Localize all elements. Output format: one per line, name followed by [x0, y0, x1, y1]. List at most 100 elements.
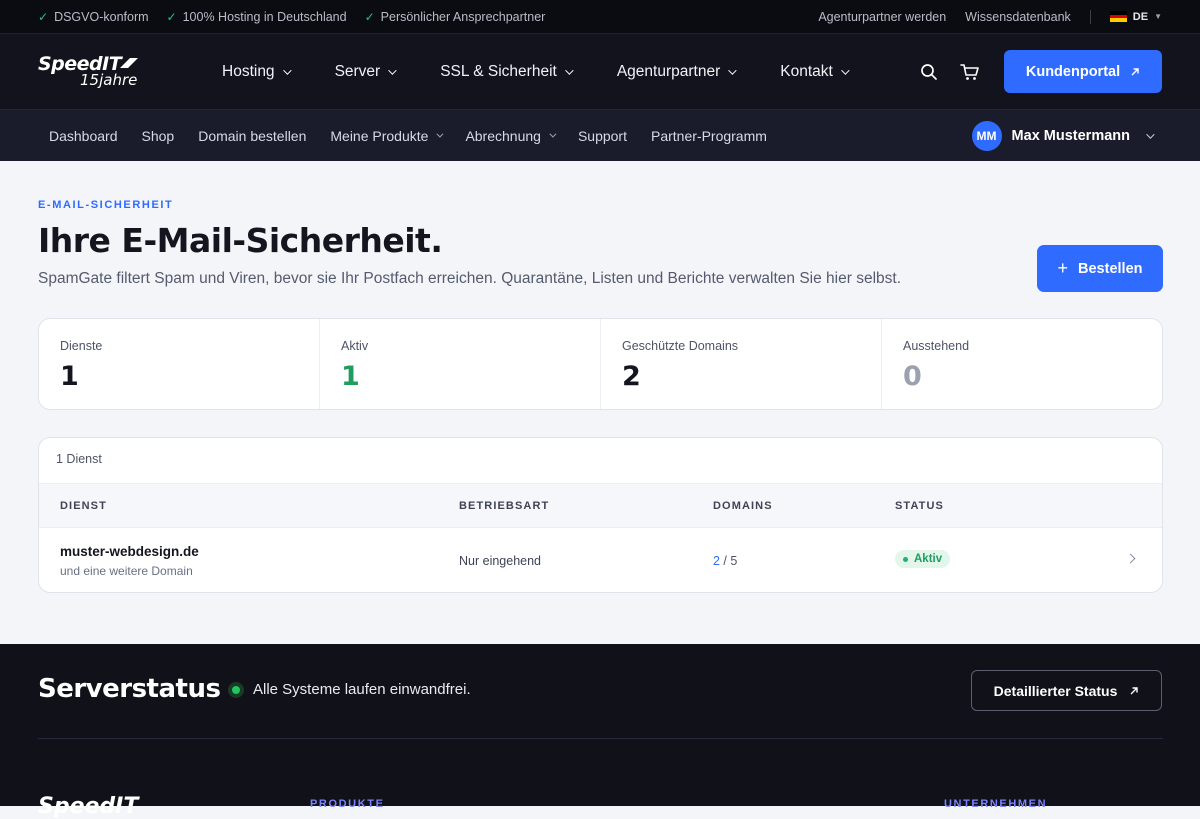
divider: [1089, 9, 1091, 24]
chevron-down-icon: [282, 65, 292, 75]
logo-arrow-icon: [120, 57, 138, 68]
check-icon: ✓: [38, 9, 49, 24]
chevron-down-icon: [728, 65, 737, 75]
stat-label: Dienste: [60, 339, 103, 353]
search-icon[interactable]: [920, 63, 938, 81]
service-mode: Nur eingehend: [459, 554, 542, 568]
language-selector[interactable]: DE ▼: [1109, 10, 1162, 23]
serverstatus-indicator: Alle Systeme laufen einwandfrei.: [228, 681, 471, 698]
status-badge: Aktiv: [895, 550, 951, 568]
subnav-item-dashboard[interactable]: Dashboard: [49, 128, 118, 144]
trust-badges: ✓ DSGVO-konform ✓ 100% Hosting in Deutschl…: [38, 10, 545, 24]
chevron-down-icon: [840, 65, 850, 75]
detailed-status-label: Detaillierter Status: [993, 682, 1118, 699]
subnav-item-shop[interactable]: Shop: [142, 128, 175, 144]
external-arrow-icon: [1131, 67, 1139, 75]
trust-item: ✓ Persönlicher Ansprechpartner: [365, 10, 546, 24]
status-label: Aktiv: [914, 553, 943, 565]
stat-aktiv: Aktiv 1: [320, 319, 601, 409]
status-dot-icon: [903, 556, 908, 562]
cart-icon[interactable]: [960, 63, 980, 81]
user-menu[interactable]: MM Max Mustermann: [971, 120, 1155, 151]
chevron-down-icon: [436, 130, 444, 138]
stat-ausstehend: Ausstehend 0: [882, 319, 1162, 409]
check-icon: ✓: [166, 9, 177, 24]
footer-heading-produkte: PRODUKTE: [310, 798, 385, 810]
german-flag-icon: [1109, 11, 1127, 23]
stat-value: 1: [60, 361, 79, 392]
trust-label: Persönlicher Ansprechpartner: [380, 9, 546, 24]
nav-item-agenturpartner[interactable]: Agenturpartner: [617, 63, 737, 81]
column-header-domains[interactable]: DOMAINS: [713, 500, 773, 512]
footer-heading-unternehmen: UNTERNEHMEN: [944, 798, 1048, 810]
footer-logo[interactable]: SpeedIT: [38, 794, 138, 819]
sub-nav: Dashboard Shop Domain bestellen Meine Pr…: [0, 110, 1200, 161]
services-table: 1 Dienst DIENST BETRIEBSART DOMAINS STAT…: [38, 437, 1163, 593]
column-header-dienst[interactable]: DIENST: [60, 500, 107, 512]
trust-item: ✓ 100% Hosting in Deutschland: [167, 10, 347, 24]
nav-item-ssl[interactable]: SSL & Sicherheit: [440, 63, 574, 81]
chevron-down-icon: [549, 130, 557, 138]
logo-years: 15jahre: [80, 70, 138, 89]
subnav-item-abrechnung[interactable]: Abrechnung: [465, 128, 557, 144]
caret-down-icon: ▼: [1154, 12, 1162, 21]
plus-icon: +: [1057, 258, 1069, 278]
domains-used: 2: [713, 554, 720, 568]
chevron-down-icon: [388, 65, 397, 75]
stat-label: Aktiv: [341, 339, 369, 353]
user-name: Max Mustermann: [1011, 127, 1130, 144]
stats-card: Dienste 1 Aktiv 1 Geschützte Domains 2 A…: [38, 318, 1163, 410]
bestellen-button[interactable]: + Bestellen: [1037, 245, 1163, 292]
subnav-item-partner-programm[interactable]: Partner-Programm: [651, 128, 767, 144]
trust-item: ✓ DSGVO-konform: [38, 10, 149, 24]
stat-value: 2: [622, 361, 641, 392]
nav-item-kontakt[interactable]: Kontakt: [780, 63, 850, 81]
nav-item-server[interactable]: Server: [335, 63, 397, 81]
stat-dienste: Dienste 1: [39, 319, 320, 409]
footer-divider: [38, 738, 1163, 739]
stat-label: Ausstehend: [903, 339, 970, 353]
chevron-down-icon: [1146, 129, 1155, 139]
page-subtitle: SpamGate filtert Spam und Viren, bevor s…: [38, 270, 902, 287]
detailed-status-button[interactable]: Detaillierter Status: [971, 670, 1162, 711]
subnav-item-support[interactable]: Support: [578, 128, 627, 144]
link-wissensdatenbank[interactable]: Wissensdatenbank: [965, 10, 1071, 24]
avatar: MM: [971, 120, 1002, 151]
service-domains: 2 / 5: [713, 554, 737, 568]
nav-icons: [920, 63, 980, 81]
bestellen-label: Bestellen: [1078, 260, 1143, 277]
stat-value: 0: [903, 361, 922, 392]
table-row[interactable]: muster-webdesign.de und eine weitere Dom…: [39, 528, 1162, 592]
service-name: muster-webdesign.de: [60, 544, 199, 559]
stat-label: Geschützte Domains: [622, 339, 739, 353]
subnav-item-meine-produkte[interactable]: Meine Produkte: [330, 128, 444, 144]
external-arrow-icon: [1130, 686, 1139, 694]
column-header-betriebsart[interactable]: BETRIEBSART: [459, 500, 549, 512]
chevron-down-icon: [564, 65, 574, 75]
link-agenturpartner[interactable]: Agenturpartner werden: [818, 10, 946, 24]
trust-label: DSGVO-konform: [54, 9, 149, 24]
kundenportal-button[interactable]: Kundenportal: [1004, 50, 1162, 93]
check-icon: ✓: [364, 9, 375, 24]
table-header: DIENST BETRIEBSART DOMAINS STATUS: [39, 483, 1162, 528]
kundenportal-label: Kundenportal: [1025, 63, 1121, 80]
main-nav: SpeedIT 15jahre Hosting Server SSL & Sic…: [0, 34, 1200, 110]
section-eyebrow: E-MAIL-SICHERHEIT: [38, 199, 174, 211]
service-count: 1 Dienst: [56, 452, 102, 466]
page-title: Ihre E-Mail-Sicherheit.: [38, 221, 443, 260]
serverstatus-title: Serverstatus: [38, 674, 221, 704]
subnav-item-domain-bestellen[interactable]: Domain bestellen: [198, 128, 306, 144]
nav-item-hosting[interactable]: Hosting: [222, 63, 292, 81]
status-online-icon: [228, 681, 244, 698]
top-bar: ✓ DSGVO-konform ✓ 100% Hosting in Deutschl…: [0, 0, 1200, 34]
stat-geschuetzte-domains: Geschützte Domains 2: [601, 319, 882, 409]
domains-total: / 5: [719, 554, 738, 568]
logo[interactable]: SpeedIT 15jahre: [38, 52, 148, 92]
stat-value: 1: [341, 361, 360, 392]
chevron-right-icon[interactable]: [1125, 553, 1136, 564]
service-subtext: und eine weitere Domain: [60, 564, 193, 578]
column-header-status[interactable]: STATUS: [895, 500, 944, 512]
trust-label: 100% Hosting in Deutschland: [182, 9, 347, 24]
footer: Serverstatus Alle Systeme laufen einwand…: [0, 644, 1200, 819]
language-label: DE: [1132, 10, 1149, 23]
